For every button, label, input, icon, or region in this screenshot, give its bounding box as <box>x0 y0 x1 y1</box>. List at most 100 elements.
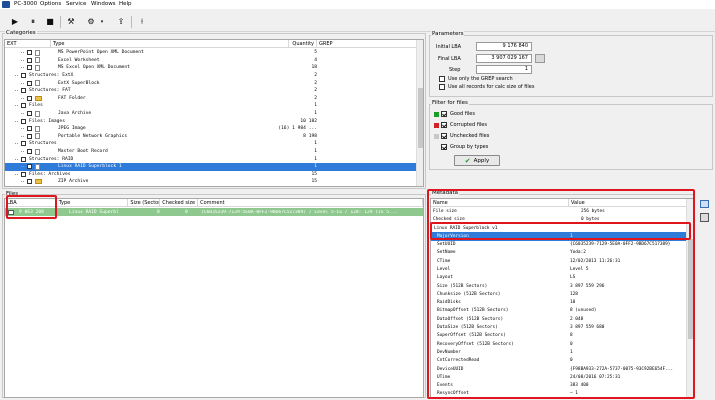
category-row[interactable]: JPEG Image (16) 1 984 ... <box>5 125 418 133</box>
metadata-row[interactable]: CntCorrectedRead 0 <box>431 357 688 366</box>
save-icon[interactable] <box>700 213 709 222</box>
calc-checkbox[interactable] <box>439 84 445 90</box>
unchecked-files-row[interactable]: Unchecked files <box>434 133 489 139</box>
settings-icon[interactable]: ⚙ <box>84 15 98 28</box>
category-checkbox[interactable] <box>27 65 32 71</box>
category-row[interactable]: Portable Network Graphics 8 198 <box>5 133 418 141</box>
tools-icon[interactable]: ⚒ <box>64 15 78 28</box>
metadata-row[interactable]: DataOffset (512B Sectors) 2 048 <box>431 315 688 324</box>
col-file-type[interactable]: Type <box>57 199 129 206</box>
col-grep[interactable]: GREP <box>317 40 417 47</box>
category-row[interactable]: MS PowerPoint Open XML Document 5 <box>5 49 418 57</box>
category-checkbox[interactable] <box>27 95 32 101</box>
metadata-row[interactable]: UTime 24/08/2016 07:25:31 <box>431 373 688 382</box>
category-checkbox[interactable] <box>21 103 26 109</box>
grep-checkbox-row[interactable]: Use only the GREP search <box>439 76 513 82</box>
metadata-row[interactable]: CTime 12/02/2013 11:26:31 <box>431 257 688 266</box>
apply-button[interactable]: ✔ Apply <box>454 155 500 166</box>
metadata-row[interactable]: DeviceUUID {F98BA933-272A-5737-0075-93C92… <box>431 365 688 374</box>
category-row[interactable]: ExtX SuperBlock 2 <box>5 79 418 87</box>
metadata-row[interactable]: Level Level 5 <box>431 265 688 274</box>
metadata-row[interactable]: RecoveryOffset (512B Sectors) 0 <box>431 340 688 349</box>
categories-tree[interactable]: EXT Type Quantity GREP MS PowerPoint Ope… <box>4 39 424 187</box>
col-quantity[interactable]: Quantity <box>289 40 317 47</box>
calendar-icon[interactable] <box>535 54 545 63</box>
metadata-row[interactable]: RaidDisks 10 <box>431 298 688 307</box>
category-row[interactable]: Java Archive 1 <box>5 110 418 118</box>
category-row[interactable]: Structures: ExtX 2 <box>5 72 418 80</box>
metadata-row[interactable]: SetName Yoda:2 <box>431 249 688 258</box>
category-checkbox[interactable] <box>27 149 32 155</box>
metadata-row[interactable]: DataSize (512B Sectors) 3 897 559 680 <box>431 323 688 332</box>
metadata-row[interactable]: DevNumber 1 <box>431 348 688 357</box>
category-checkbox[interactable] <box>21 73 26 79</box>
category-row[interactable]: Structures: RAID 1 <box>5 155 418 163</box>
categories-scrollbar[interactable] <box>416 40 423 186</box>
category-checkbox[interactable] <box>21 141 26 147</box>
step-input[interactable]: 1 <box>476 65 532 74</box>
category-row[interactable]: Excel Worksheet 4 <box>5 57 418 65</box>
table-row[interactable]: 9 863 208 Linux RAID Superbl 0 0 (C60352… <box>5 208 423 216</box>
metadata-scrollbar[interactable] <box>686 199 693 397</box>
metadata-row[interactable]: BitmapOffset (512B Sectors) 8 (unused) <box>431 307 688 316</box>
calc-checkbox-row[interactable]: Use all records for calc size of files <box>439 84 534 90</box>
category-checkbox[interactable] <box>27 111 32 117</box>
menu-help[interactable]: Help <box>119 1 132 7</box>
metadata-row[interactable]: Size (512B Sectors) 3 897 559 296 <box>431 282 688 291</box>
dropdown-arrow-icon[interactable]: ▾ <box>98 15 106 28</box>
category-row[interactable]: Linux RAID Superblock 1 1 <box>5 163 418 171</box>
col-comment[interactable]: Comment <box>198 199 423 206</box>
menu-windows[interactable]: Windows <box>91 1 116 7</box>
col-checked-size[interactable]: Checked size (S... <box>160 199 199 206</box>
good-files-row[interactable]: Good files <box>434 111 475 117</box>
category-checkbox[interactable] <box>21 88 26 94</box>
col-size[interactable]: Size (Sectors) <box>128 199 161 206</box>
metadata-row[interactable]: SetUUID {C6035239-7129-5E0A-0FF2-9BD67C51… <box>431 240 688 249</box>
metadata-row[interactable]: SuperOffset (512B Sectors) 8 <box>431 332 688 341</box>
category-checkbox[interactable] <box>21 156 26 162</box>
category-row[interactable]: Files: Archives 15 <box>5 171 418 179</box>
cursor-icon[interactable]: ⍿ <box>135 15 149 28</box>
copy-icon[interactable] <box>700 200 709 208</box>
category-row[interactable]: FAT Folder 2 <box>5 95 418 103</box>
metadata-row[interactable]: Events 383 400 <box>431 381 688 390</box>
metadata-table[interactable]: Name Value File size 256 bytes Checked s… <box>430 198 694 398</box>
category-checkbox[interactable] <box>27 80 32 86</box>
category-checkbox[interactable] <box>27 57 32 63</box>
category-row[interactable]: Structures 1 <box>5 140 418 148</box>
metadata-row[interactable]: MajorVersion 1 <box>431 232 688 241</box>
category-checkbox[interactable] <box>21 118 26 124</box>
files-table[interactable]: LBA Type Size (Sectors) Checked size (S.… <box>4 198 424 398</box>
category-row[interactable]: Files: Images 10 182 <box>5 117 418 125</box>
category-checkbox[interactable] <box>27 133 32 139</box>
metadata-row[interactable]: ResyncOffset — 1 <box>431 390 688 397</box>
category-row[interactable]: ZIP Archive 15 <box>5 178 418 186</box>
pause-icon[interactable]: ⏸ <box>26 15 40 28</box>
group-by-types-row[interactable]: Group by types <box>441 144 488 150</box>
metadata-row[interactable]: Layout LS <box>431 274 688 283</box>
initial-lba-input[interactable]: 9 176 840 <box>476 42 532 51</box>
category-checkbox[interactable] <box>21 171 26 177</box>
category-checkbox[interactable] <box>27 126 32 132</box>
col-name[interactable]: Name <box>431 199 569 206</box>
category-checkbox[interactable] <box>27 50 32 56</box>
metadata-row[interactable]: Chunksize (512B Sectors) 128 <box>431 290 688 299</box>
grep-checkbox[interactable] <box>439 76 445 82</box>
col-lba[interactable]: LBA <box>5 199 57 206</box>
category-row[interactable]: MS Excel Open XML Document 18 <box>5 64 418 72</box>
menu-options[interactable]: Options <box>40 1 61 7</box>
group-by-types-checkbox[interactable] <box>441 144 447 150</box>
unchecked-files-checkbox[interactable] <box>441 133 447 139</box>
corrupted-files-checkbox[interactable] <box>441 122 447 128</box>
col-ext[interactable]: EXT <box>5 40 51 47</box>
final-lba-input[interactable]: 3 907 029 167 <box>476 54 532 63</box>
menu-service[interactable]: Service <box>66 1 86 7</box>
good-files-checkbox[interactable] <box>441 111 447 117</box>
category-row[interactable]: Files 1 <box>5 102 418 110</box>
export-icon[interactable]: ⇪ <box>114 15 128 28</box>
category-checkbox[interactable] <box>27 179 32 185</box>
play-icon[interactable]: ▶ <box>8 15 22 28</box>
corrupted-files-row[interactable]: Corrupted files <box>434 122 487 128</box>
col-type[interactable]: Type <box>51 40 289 47</box>
category-row[interactable]: Master Boot Record 1 <box>5 148 418 156</box>
